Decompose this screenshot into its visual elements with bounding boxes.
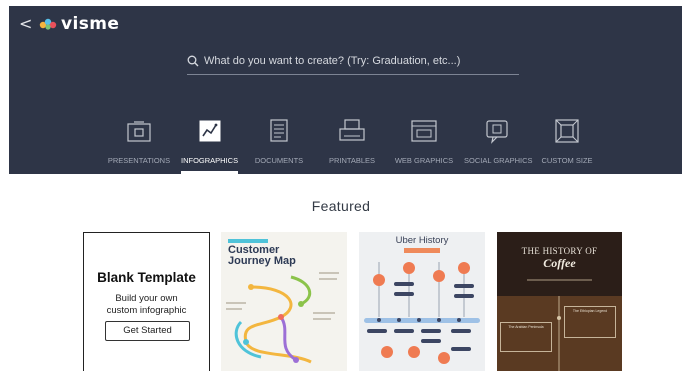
visme-logo-icon [39,18,57,30]
template-title: Uber History [395,235,449,246]
tab-presentations[interactable]: PRESENTATIONS [107,116,171,174]
template-history-of-coffee[interactable]: THE HISTORY OF Coffee The Ethiopian Lege… [497,232,622,371]
template-text-box: The Arabian Peninsula [500,322,552,352]
tab-label: WEB GRAPHICS [394,156,454,165]
search-icon [187,55,199,67]
logo-text: visme [61,14,120,34]
tab-printables[interactable]: PRINTABLES [325,116,379,174]
top-header: < visme What do you want to create? (Try… [9,6,682,174]
blank-template-subtitle: Build your own custom infographic [92,293,201,317]
tab-label: SOCIAL GRAPHICS [464,156,533,165]
resize-frame-icon [555,119,579,143]
template-title: Customer Journey Map [228,245,296,267]
blank-template-title: Blank Template [97,270,196,285]
template-uber-history[interactable]: Uber History [359,232,485,371]
tab-documents[interactable]: DOCUMENTS [251,116,307,174]
get-started-button[interactable]: Get Started [105,321,190,341]
template-title: THE HISTORY OF [521,246,598,256]
infographic-chart-icon [199,120,220,142]
subtitle-line: Build your own [115,293,178,304]
social-share-icon [486,120,508,144]
tab-label: CUSTOM SIZE [541,156,593,165]
category-tabs: PRESENTATIONS INFOGRAPHICS DOCUMENTS PRI… [9,116,682,174]
back-button[interactable]: < [19,14,32,33]
featured-heading: Featured [311,198,371,214]
tab-social-graphics[interactable]: SOCIAL GRAPHICS [464,116,533,174]
documents-icon [270,119,288,142]
blank-template-card[interactable]: Blank Template Build your own custom inf… [83,232,210,371]
presentation-icon [127,121,151,142]
web-browser-icon [411,120,437,142]
tab-infographics[interactable]: INFOGRAPHICS [181,116,238,174]
template-subtitle: Coffee [543,256,576,270]
tab-web-graphics[interactable]: WEB GRAPHICS [393,116,455,174]
title-line: Journey Map [228,255,296,267]
template-text-box: The Ethiopian Legend [564,306,616,338]
tab-label: DOCUMENTS [254,156,304,165]
search-bar[interactable]: What do you want to create? (Try: Gradua… [187,48,519,75]
search-input[interactable]: What do you want to create? (Try: Gradua… [204,55,460,67]
tab-label: PRINTABLES [328,156,376,165]
tab-label: PRESENTATIONS [107,156,171,165]
printer-icon [339,119,365,141]
template-thumbnail-art [364,248,480,364]
tab-label: INFOGRAPHICS [181,156,239,165]
visme-logo[interactable]: visme [38,14,119,34]
template-customer-journey-map[interactable]: Customer Journey Map [221,232,347,371]
tab-custom-size[interactable]: CUSTOM SIZE [539,116,595,174]
subtitle-line: custom infographic [106,305,187,316]
